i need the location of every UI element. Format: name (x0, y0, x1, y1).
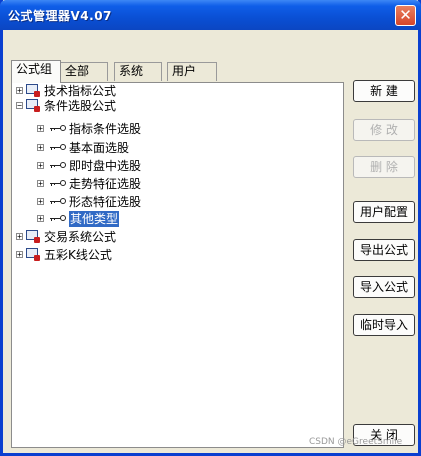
expand-icon[interactable]: + (37, 144, 44, 152)
tab-system[interactable]: 系统 (114, 62, 162, 81)
temp-import-button[interactable]: 临时导入 (353, 314, 415, 336)
tab-all[interactable]: 全部 (60, 62, 108, 81)
close-window-button[interactable]: ✕ (395, 5, 416, 26)
expand-icon[interactable]: + (37, 215, 44, 223)
export-formula-button[interactable]: 导出公式 (353, 239, 415, 261)
delete-button[interactable]: 删 除 (353, 156, 415, 178)
tree-item-label: 走势特征选股 (69, 177, 142, 191)
collapse-icon[interactable]: − (16, 102, 23, 110)
expand-icon[interactable]: + (16, 87, 23, 95)
expand-icon[interactable]: + (37, 125, 44, 133)
tree-item-label-selected: 其他类型 (69, 211, 120, 227)
expand-icon[interactable]: + (37, 180, 44, 188)
new-button[interactable]: 新 建 (353, 80, 415, 102)
tree-item-label: 条件选股公式 (44, 99, 117, 113)
formula-book-icon (26, 230, 40, 243)
tree-item-label: 指标条件选股 (69, 122, 142, 136)
expand-icon[interactable]: + (37, 198, 44, 206)
tree-item-label: 基本面选股 (69, 141, 130, 155)
tree-item-label: 技术指标公式 (44, 84, 117, 98)
key-icon (50, 180, 66, 188)
key-icon (50, 198, 66, 206)
tree-item-label: 交易系统公式 (44, 230, 117, 244)
key-icon (50, 162, 66, 170)
formula-manager-window: 公式管理器V4.07 ✕ 公式组 全部 系统 用户 + 技术指标公式 − 条件选… (0, 0, 421, 456)
formula-book-icon (26, 99, 40, 112)
key-icon (50, 144, 66, 152)
tree-item-label: 形态特征选股 (69, 195, 142, 209)
key-icon (50, 215, 66, 223)
expand-icon[interactable]: + (16, 233, 23, 241)
tree-item-label: 即时盘中选股 (69, 159, 142, 173)
watermark: CSDN @eGreetSmile (309, 437, 403, 447)
expand-icon[interactable]: + (37, 162, 44, 170)
user-config-button[interactable]: 用户配置 (353, 201, 415, 223)
formula-book-icon (26, 248, 40, 261)
key-icon (50, 125, 66, 133)
title-bar[interactable]: 公式管理器V4.07 ✕ (0, 0, 421, 30)
import-formula-button[interactable]: 导入公式 (353, 276, 415, 298)
tab-user[interactable]: 用户 (167, 62, 217, 81)
edit-button[interactable]: 修 改 (353, 119, 415, 141)
formula-book-icon (26, 84, 40, 97)
tree-item-label: 五彩K线公式 (44, 248, 112, 262)
formula-tree-panel[interactable]: + 技术指标公式 − 条件选股公式 + 指标条件选股 + 基本面选股 + 即时盘… (11, 82, 344, 448)
window-title: 公式管理器V4.07 (8, 9, 112, 23)
expand-icon[interactable]: + (16, 251, 23, 259)
tab-formula-group[interactable]: 公式组 (11, 60, 61, 83)
